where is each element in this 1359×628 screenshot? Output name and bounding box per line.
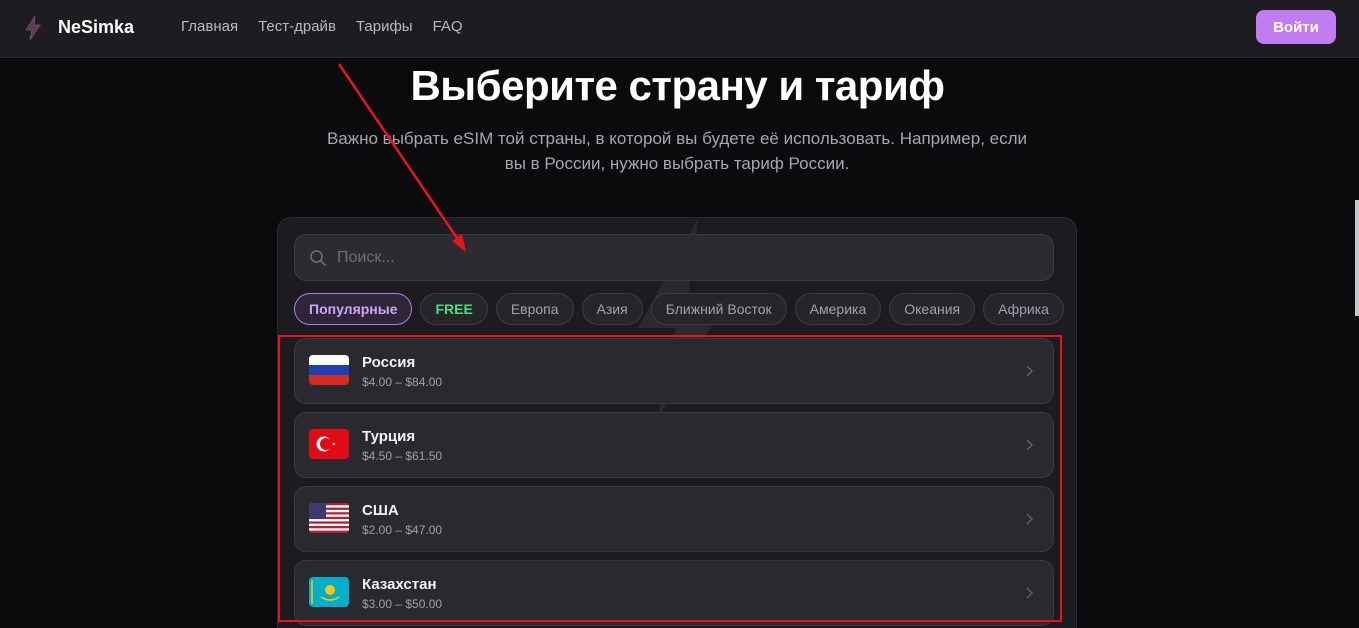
chip-oceania[interactable]: Океания (889, 293, 976, 325)
chip-middle-east[interactable]: Ближний Восток (650, 293, 787, 325)
turkey-flag-icon (309, 429, 349, 459)
nav-link-test-drive[interactable]: Тест-драйв (258, 18, 336, 36)
brand-name[interactable]: NeSimka (58, 17, 134, 38)
chevron-right-icon (1026, 587, 1034, 599)
country-name: Россия (362, 354, 416, 371)
chip-america[interactable]: Америка (794, 293, 882, 325)
chevron-right-icon (1026, 439, 1034, 451)
chevron-right-icon (1026, 513, 1034, 525)
search-input[interactable] (337, 235, 1037, 280)
country-list: Россия $4.00 – $84.00 Турция $4.50 – $61… (294, 338, 1054, 628)
chip-africa[interactable]: Африка (983, 293, 1064, 325)
country-name: Казахстан (362, 576, 437, 593)
chip-free[interactable]: FREE (420, 293, 488, 325)
country-item-kazakhstan[interactable]: Казахстан $3.00 – $50.00 (294, 560, 1054, 626)
lightning-logo-icon[interactable] (24, 15, 42, 41)
search-icon (310, 250, 326, 266)
country-price-range: $2.00 – $47.00 (362, 523, 443, 537)
chevron-right-icon (1026, 365, 1034, 377)
russia-flag-icon (309, 355, 349, 385)
top-navbar: NeSimka Главная Тест-драйв Тарифы FAQ Во… (0, 0, 1359, 58)
country-price-range: $4.00 – $84.00 (362, 375, 443, 389)
scrollbar-thumb[interactable] (1355, 200, 1359, 316)
usa-flag-icon (309, 503, 349, 533)
login-button[interactable]: Войти (1256, 10, 1336, 44)
country-name: Турция (362, 428, 416, 445)
nav-link-faq[interactable]: FAQ (433, 18, 463, 36)
country-price-range: $4.50 – $61.50 (362, 449, 443, 463)
country-item-russia[interactable]: Россия $4.00 – $84.00 (294, 338, 1054, 404)
kazakhstan-flag-icon (309, 577, 349, 607)
country-name: США (362, 502, 399, 519)
country-item-usa[interactable]: США $2.00 – $47.00 (294, 486, 1054, 552)
nav-link-home[interactable]: Главная (181, 18, 238, 36)
country-item-turkey[interactable]: Турция $4.50 – $61.50 (294, 412, 1054, 478)
search-box (294, 234, 1054, 281)
chip-asia[interactable]: Азия (581, 293, 643, 325)
nav-link-tariffs[interactable]: Тарифы (356, 18, 413, 36)
category-filter: Популярные FREE Европа Азия Ближний Вост… (294, 293, 1072, 325)
chip-europe[interactable]: Европа (495, 293, 574, 325)
country-selection-panel: Популярные FREE Европа Азия Ближний Вост… (277, 217, 1077, 628)
chip-popular[interactable]: Популярные (294, 293, 413, 325)
main-nav: Главная Тест-драйв Тарифы FAQ (181, 18, 483, 36)
country-price-range: $3.00 – $50.00 (362, 597, 443, 611)
page-subtitle: Важно выбрать eSIM той страны, в которой… (326, 129, 1028, 173)
page-title: Выберите страну и тариф (410, 62, 945, 109)
